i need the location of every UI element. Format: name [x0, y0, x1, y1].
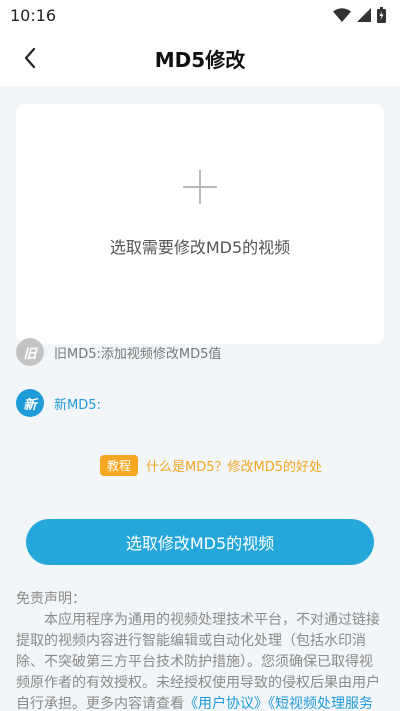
- disclaimer-title: 免责声明：: [16, 591, 86, 607]
- old-md5-row: 旧 旧MD5:添加视频修改MD5值: [16, 338, 221, 366]
- status-icons: [333, 7, 386, 23]
- new-md5-row: 新 新MD5:: [16, 389, 101, 417]
- new-md5-badge: 新: [16, 389, 44, 417]
- back-button[interactable]: [14, 42, 46, 74]
- battery-icon: [377, 7, 386, 23]
- new-md5-label: 新MD5:: [54, 397, 101, 413]
- page-title: MD5修改: [154, 47, 246, 72]
- user-agreement-link[interactable]: 《用户协议》: [184, 696, 268, 711]
- old-md5-badge: 旧: [16, 338, 44, 366]
- disclaimer-body: 本应用程序为通用的视频处理技术平台，不对通过链接提取的视频内容进行智能编辑或自动…: [16, 610, 384, 711]
- select-video-button[interactable]: 选取修改MD5的视频: [26, 519, 374, 565]
- old-md5-label: 旧MD5:添加视频修改MD5值: [54, 346, 222, 362]
- tutorial-link[interactable]: 什么是MD5？修改MD5的好处: [146, 456, 322, 475]
- status-bar: 10:16: [0, 0, 400, 30]
- status-time: 10:16: [10, 5, 57, 25]
- disclaimer: 免责声明： 本应用程序为通用的视频处理技术平台，不对通过链接提取的视频内容进行智…: [16, 589, 384, 711]
- upload-prompt: 选取需要修改MD5的视频: [109, 238, 291, 257]
- plus-icon: [183, 170, 217, 204]
- tutorial-row[interactable]: 教程 什么是MD5？修改MD5的好处: [100, 455, 322, 476]
- chevron-left-icon: [24, 47, 36, 69]
- wifi-icon: [333, 8, 351, 22]
- tutorial-tag: 教程: [100, 455, 139, 476]
- header: MD5修改: [0, 30, 400, 86]
- video-upload-area[interactable]: 选取需要修改MD5的视频: [16, 104, 384, 344]
- signal-icon: [357, 8, 371, 22]
